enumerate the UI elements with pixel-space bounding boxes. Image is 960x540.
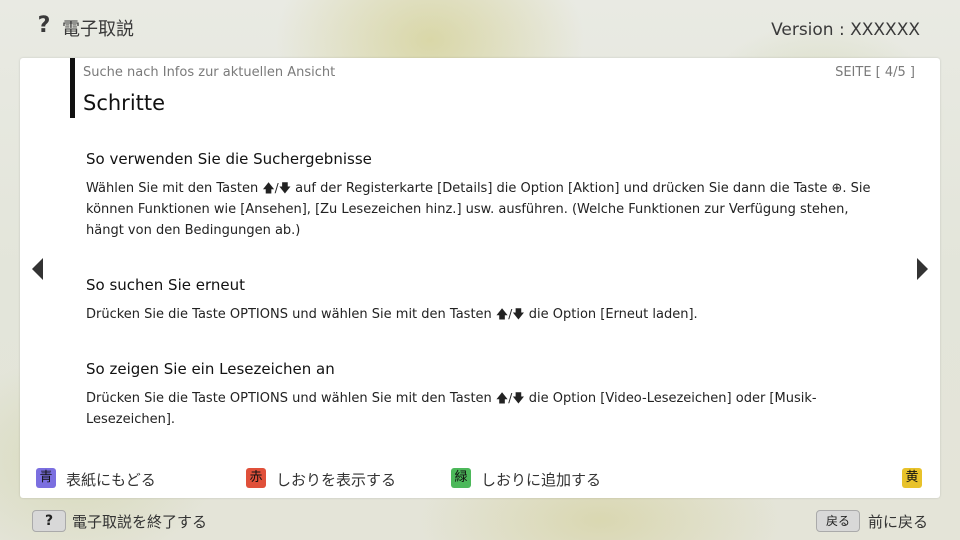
next-page-arrow-icon[interactable] bbox=[917, 258, 928, 280]
section-heading: So verwenden Sie die Suchergebnisse bbox=[86, 150, 372, 168]
help-icon: ? bbox=[37, 13, 51, 38]
prev-page-arrow-icon[interactable] bbox=[32, 258, 43, 280]
breadcrumb: Suche nach Infos zur aktuellen Ansicht bbox=[83, 65, 336, 80]
back-key[interactable]: 戻る bbox=[816, 510, 860, 532]
footer-bar: ? 電子取説を終了する 戻る 前に戻る bbox=[0, 502, 960, 540]
up-down-arrow-icon: 🡅/🡇 bbox=[495, 391, 525, 405]
section-body: Wählen Sie mit den Tasten 🡅/🡇 auf der Re… bbox=[86, 181, 871, 238]
page-title: Schritte bbox=[83, 91, 166, 115]
up-down-arrow-icon: 🡅/🡇 bbox=[262, 181, 292, 195]
section-search-again: So suchen Sie erneut Drücken Sie die Tas… bbox=[86, 276, 886, 325]
section-body: Drücken Sie die Taste OPTIONS und wählen… bbox=[86, 391, 817, 427]
section-heading: So suchen Sie erneut bbox=[86, 276, 245, 294]
blue-key[interactable]: 青 bbox=[36, 468, 56, 488]
exit-manual-label[interactable]: 電子取説を終了する bbox=[72, 511, 207, 532]
app-title: 電子取説 bbox=[62, 19, 134, 40]
go-back-label[interactable]: 前に戻る bbox=[868, 511, 928, 532]
page-indicator: SEITE [ 4/5 ] bbox=[835, 65, 915, 80]
up-down-arrow-icon: 🡅/🡇 bbox=[495, 307, 525, 321]
help-key-icon[interactable]: ? bbox=[32, 510, 66, 532]
red-key[interactable]: 赤 bbox=[246, 468, 266, 488]
content-panel: Suche nach Infos zur aktuellen Ansicht S… bbox=[20, 58, 940, 498]
top-bar: ? 電子取説 Version : XXXXXX bbox=[0, 0, 960, 56]
color-key-actions: 青 表紙にもどる 赤 しおりを表示する 緑 しおりに追加する 黄 bbox=[20, 466, 940, 492]
section-use-results: So verwenden Sie die Suchergebnisse Wähl… bbox=[86, 150, 886, 241]
section-heading: So zeigen Sie ein Lesezeichen an bbox=[86, 360, 335, 378]
enter-button-icon: ⊕ bbox=[831, 181, 843, 196]
back-to-cover-label[interactable]: 表紙にもどる bbox=[66, 469, 156, 490]
version-label: Version : XXXXXX bbox=[771, 20, 920, 40]
add-bookmark-label[interactable]: しおりに追加する bbox=[481, 469, 601, 490]
section-show-bookmark: So zeigen Sie ein Lesezeichen an Drücken… bbox=[86, 360, 886, 430]
yellow-key[interactable]: 黄 bbox=[902, 468, 922, 488]
green-key[interactable]: 緑 bbox=[451, 468, 471, 488]
title-accent-bar bbox=[70, 58, 75, 118]
section-body: Drücken Sie die Taste OPTIONS und wählen… bbox=[86, 307, 698, 322]
show-bookmarks-label[interactable]: しおりを表示する bbox=[276, 469, 396, 490]
